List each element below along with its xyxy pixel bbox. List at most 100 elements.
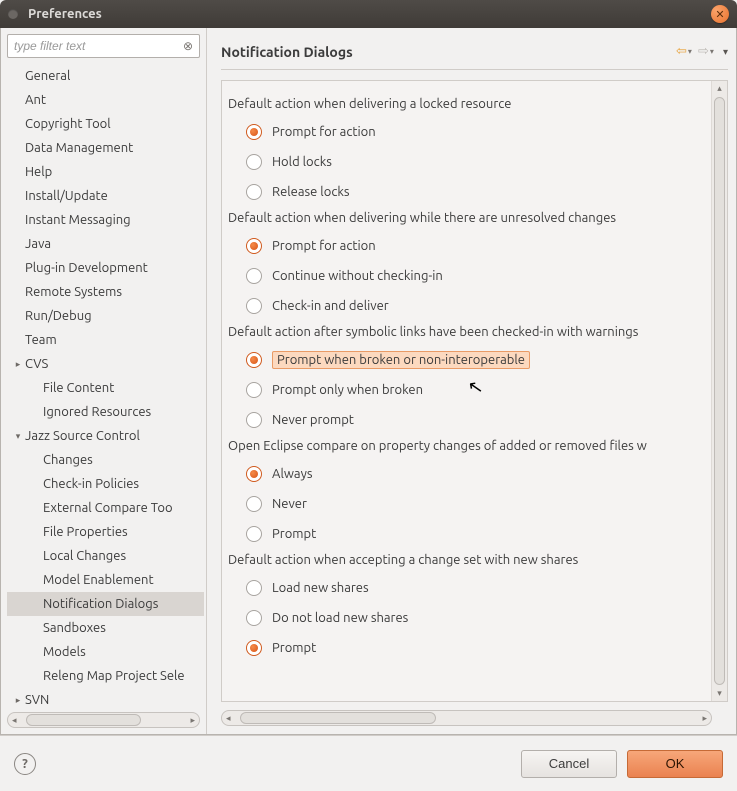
scroll-right-icon[interactable]: ▸ (702, 711, 707, 725)
tree-item[interactable]: General (7, 64, 204, 88)
tree-item[interactable]: ▸SVN (7, 688, 204, 712)
tree-item[interactable]: Run/Debug (7, 304, 204, 328)
tree-item[interactable]: Local Changes (7, 544, 204, 568)
tree-item-label: Instant Messaging (25, 213, 131, 227)
radio-row[interactable]: Prompt for action (228, 231, 707, 261)
tree-item[interactable]: Releng Map Project Sele (7, 664, 204, 688)
radio-row[interactable]: Hold locks (228, 147, 707, 177)
content-vscrollbar[interactable]: ▴ ▾ (711, 81, 727, 701)
tree-item[interactable]: Data Management (7, 136, 204, 160)
tree-item[interactable]: Model Enablement (7, 568, 204, 592)
tree-item[interactable]: ▾Jazz Source Control (7, 424, 204, 448)
tree-item[interactable]: Changes (7, 448, 204, 472)
expander-icon[interactable]: ▸ (11, 695, 25, 706)
expander-icon[interactable]: ▸ (11, 359, 25, 370)
radio-button[interactable] (246, 526, 262, 542)
button-bar: ? Cancel OK (0, 735, 737, 791)
tree-item-label: Jazz Source Control (25, 429, 140, 443)
scroll-thumb[interactable] (26, 714, 141, 726)
help-button[interactable]: ? (14, 753, 36, 775)
ok-button[interactable]: OK (627, 750, 723, 778)
tree-item[interactable]: Instant Messaging (7, 208, 204, 232)
tree-item[interactable]: Notification Dialogs (7, 592, 204, 616)
radio-row[interactable]: Check-in and deliver (228, 291, 707, 321)
preference-tree[interactable]: General AntCopyright Tool Data Management H… (7, 64, 206, 712)
tree-item[interactable]: Ant (7, 88, 204, 112)
close-button[interactable]: ✕ (711, 5, 729, 23)
tree-item-label: Models (43, 645, 86, 659)
radio-button[interactable] (246, 610, 262, 626)
radio-row[interactable]: Never (228, 489, 707, 519)
radio-row[interactable]: Always (228, 459, 707, 489)
radio-button[interactable] (246, 298, 262, 314)
sidebar: ⊗ General AntCopyright Tool Data Managemen… (1, 28, 207, 734)
clear-icon[interactable]: ⊗ (180, 38, 196, 54)
radio-row[interactable]: Continue without checking-in (228, 261, 707, 291)
filter-input[interactable] (7, 34, 200, 58)
tree-item[interactable]: ▸CVS (7, 352, 204, 376)
radio-button[interactable] (246, 640, 262, 656)
radio-button[interactable] (246, 184, 262, 200)
tree-item[interactable]: File Content (7, 376, 204, 400)
radio-button[interactable] (246, 496, 262, 512)
content-box: Default action when delivering a locked … (221, 80, 728, 702)
radio-row[interactable]: Load new shares (228, 573, 707, 603)
radio-row[interactable]: Prompt only when broken (228, 375, 707, 405)
tree-item[interactable]: Check-in Policies (7, 472, 204, 496)
radio-label: Load new shares (272, 581, 369, 595)
tree-item-label: File Properties (43, 525, 128, 539)
scroll-thumb[interactable] (714, 97, 725, 685)
tree-item[interactable]: Sandboxes (7, 616, 204, 640)
tree-item[interactable]: Java (7, 232, 204, 256)
content-hscrollbar[interactable]: ◂ ▸ (221, 710, 712, 726)
radio-row[interactable]: Never prompt (228, 405, 707, 435)
radio-button[interactable] (246, 124, 262, 140)
cancel-button[interactable]: Cancel (521, 750, 617, 778)
tree-item[interactable]: Help (7, 160, 204, 184)
radio-button[interactable] (246, 352, 262, 368)
scroll-left-icon[interactable]: ◂ (226, 711, 231, 725)
scroll-thumb[interactable] (240, 712, 436, 724)
nav-forward-button[interactable]: ⇨▾ (695, 43, 717, 61)
radio-row[interactable]: Prompt when broken or non-interoperable (228, 345, 707, 375)
tree-item[interactable]: Install/Update (7, 184, 204, 208)
radio-button[interactable] (246, 466, 262, 482)
tree-item[interactable]: Copyright Tool (7, 112, 204, 136)
tree-item-label: General (25, 69, 70, 83)
radio-row[interactable]: Prompt (228, 519, 707, 549)
tree-item-label: Team (25, 333, 57, 347)
view-menu-icon[interactable]: ▾ (723, 46, 728, 58)
tree-item-label: CVS (25, 357, 48, 371)
tree-item[interactable]: Ignored Resources (7, 400, 204, 424)
radio-button[interactable] (246, 154, 262, 170)
radio-button[interactable] (246, 412, 262, 428)
nav-back-button[interactable]: ⇦▾ (673, 43, 695, 61)
tree-item[interactable]: Models (7, 640, 204, 664)
scroll-left-icon[interactable]: ◂ (12, 713, 17, 727)
scroll-down-icon[interactable]: ▾ (712, 688, 727, 699)
radio-button[interactable] (246, 580, 262, 596)
scroll-up-icon[interactable]: ▴ (712, 83, 727, 94)
radio-label: Prompt only when broken (272, 383, 423, 397)
scroll-right-icon[interactable]: ▸ (190, 713, 195, 727)
expander-icon[interactable]: ▾ (11, 431, 25, 442)
radio-button[interactable] (246, 268, 262, 284)
tree-item-label: File Content (43, 381, 114, 395)
radio-row[interactable]: Do not load new shares (228, 603, 707, 633)
tree-item-label: Plug-in Development (25, 261, 148, 275)
radio-button[interactable] (246, 238, 262, 254)
tree-item[interactable]: Team (7, 328, 204, 352)
tree-item[interactable]: File Properties (7, 520, 204, 544)
sidebar-hscrollbar[interactable]: ◂ ▸ (7, 712, 200, 728)
radio-button[interactable] (246, 382, 262, 398)
tree-item-label: Ignored Resources (43, 405, 151, 419)
tree-item[interactable]: External Compare Too (7, 496, 204, 520)
tree-item-label: Data Management (25, 141, 133, 155)
radio-row[interactable]: Prompt for action (228, 117, 707, 147)
tree-item-label: SVN (25, 693, 49, 707)
tree-item[interactable]: Remote Systems (7, 280, 204, 304)
titlebar-dot-icon (8, 9, 18, 19)
radio-row[interactable]: Prompt (228, 633, 707, 663)
radio-row[interactable]: Release locks (228, 177, 707, 207)
tree-item[interactable]: Plug-in Development (7, 256, 204, 280)
